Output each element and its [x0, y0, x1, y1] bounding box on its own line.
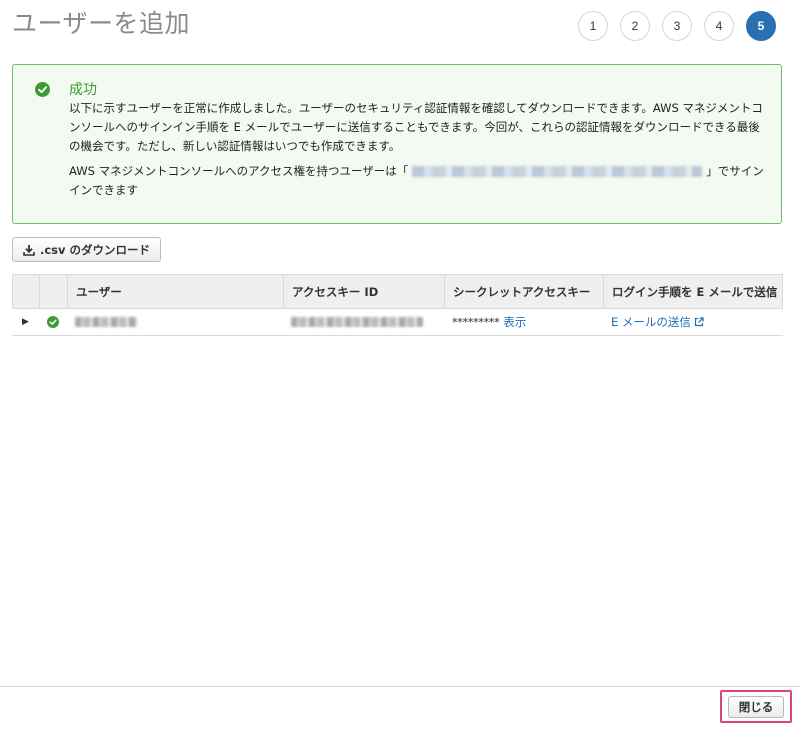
secret-key-masked: ********* [452, 315, 500, 329]
console-url-redacted[interactable] [412, 166, 703, 177]
console-signin-text: AWS マネジメントコンソールへのアクセス権を持つユーザーは「 」でサインインでき… [69, 162, 767, 200]
user-name-redacted [75, 317, 137, 327]
header-user[interactable]: ユーザー [68, 275, 284, 308]
step-2[interactable]: 2 [620, 11, 650, 41]
expand-row-icon[interactable]: ▶ [22, 317, 29, 327]
external-link-icon[interactable] [694, 317, 704, 327]
table-header: ユーザー アクセスキー ID シークレットアクセスキー ログイン手順を E メー… [12, 274, 783, 309]
close-button[interactable]: 閉じる [728, 696, 784, 718]
step-4[interactable]: 4 [704, 11, 734, 41]
page-title: ユーザーを追加 [12, 9, 191, 38]
show-secret-link[interactable]: 表示 [503, 314, 526, 330]
download-icon [23, 244, 35, 256]
send-email-link[interactable]: E メールの送信 [611, 314, 691, 330]
users-table: ユーザー アクセスキー ID シークレットアクセスキー ログイン手順を E メー… [12, 274, 783, 336]
console-prefix: AWS マネジメントコンソールへのアクセス権を持つユーザーは「 [69, 164, 409, 178]
step-1[interactable]: 1 [578, 11, 608, 41]
alert-title: 成功 [69, 82, 97, 98]
alert-message: 以下に示すユーザーを正常に作成しました。ユーザーのセキュリティ認証情報を確認して… [69, 101, 763, 153]
header-send-email[interactable]: ログイン手順を E メールで送信 [604, 275, 782, 308]
footer-divider [0, 686, 800, 687]
close-button-highlight: 閉じる [720, 690, 792, 723]
table-row: ▶ ********* 表示 E メールの送信 [12, 309, 783, 336]
header-expand [13, 275, 40, 308]
header-status [40, 275, 68, 308]
header-secret-key[interactable]: シークレットアクセスキー [445, 275, 604, 308]
check-circle-icon [47, 316, 59, 328]
step-5[interactable]: 5 [746, 11, 776, 41]
download-csv-label: .csv のダウンロード [40, 242, 151, 257]
step-3[interactable]: 3 [662, 11, 692, 41]
download-csv-button[interactable]: .csv のダウンロード [12, 237, 162, 262]
wizard-steps: 1 2 3 4 5 [578, 11, 776, 41]
access-key-id-redacted [291, 317, 423, 327]
success-alert: 成功 以下に示すユーザーを正常に作成しました。ユーザーのセキュリティ認証情報を確… [12, 64, 782, 224]
check-circle-icon [35, 82, 50, 97]
header-access-key-id[interactable]: アクセスキー ID [284, 275, 445, 308]
